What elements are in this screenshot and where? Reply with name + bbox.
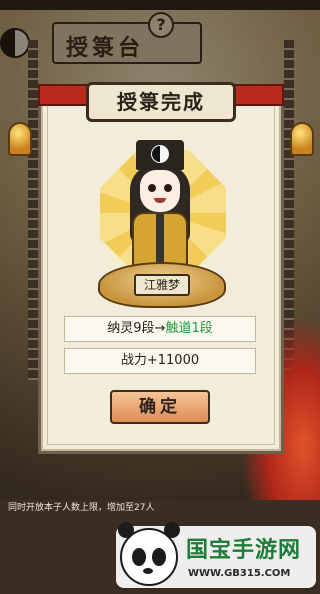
panda-eye [132, 548, 146, 566]
character-name: 江雅梦 [134, 274, 190, 296]
yin-yang-icon [151, 145, 169, 163]
promotion-arrow: → [154, 321, 166, 336]
bell-icon [8, 122, 32, 156]
panda-ear [118, 522, 134, 538]
power-info: 战力+11000 [64, 348, 256, 374]
character-face [140, 170, 180, 212]
footer-text: 同时开放本子人数上限，增加至27人 [8, 503, 155, 513]
bell-icon [290, 122, 314, 156]
confirm-button[interactable]: 确定 [110, 390, 210, 424]
character-eye [164, 184, 172, 192]
left-chain [28, 40, 38, 380]
panda-nose [143, 568, 153, 574]
dialog-title: 授箓完成 [86, 82, 236, 122]
watermark-title: 国宝手游网 [186, 538, 302, 563]
promotion-to: 触道1段 [165, 321, 213, 336]
panda-eye [152, 548, 166, 566]
promotion-info: 纳灵9段→触道1段 [64, 316, 256, 342]
watermark-url: WWW.GB315.COM [188, 568, 291, 579]
character-eye [148, 184, 156, 192]
promotion-from: 纳灵9段 [107, 321, 155, 336]
panda-ear [164, 522, 180, 538]
power-text: 战力+11000 [120, 353, 200, 368]
